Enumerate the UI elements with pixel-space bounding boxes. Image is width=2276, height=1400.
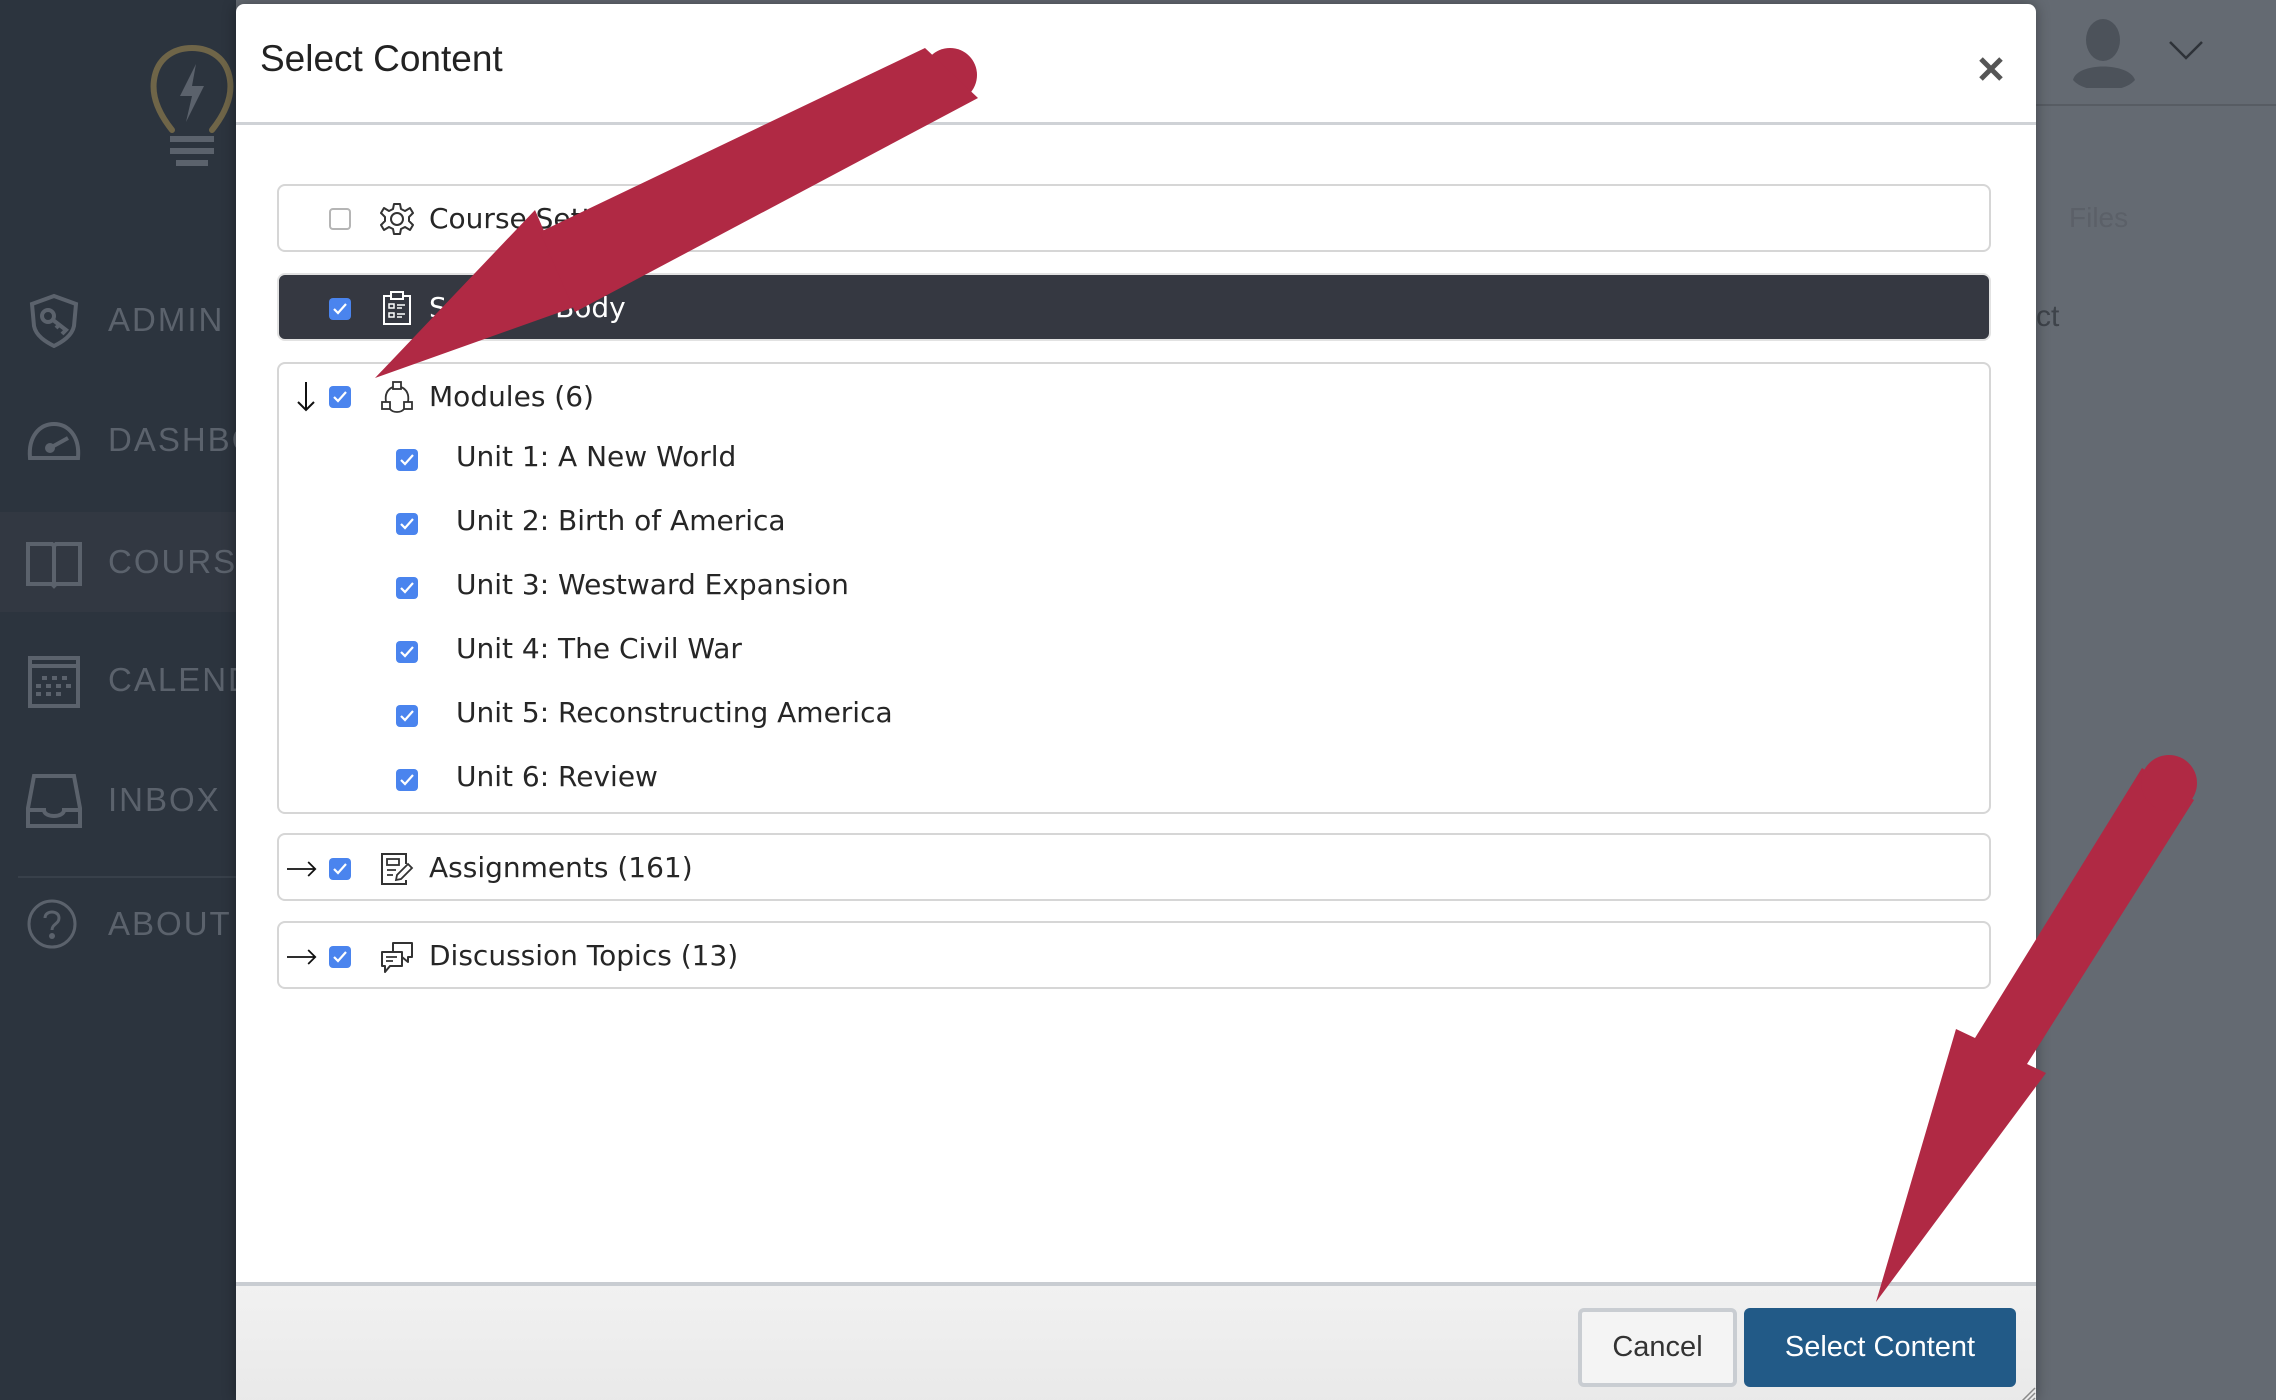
sidebar-item-about[interactable]: ABOUT — [0, 874, 236, 974]
sidebar-item-label: INBOX — [108, 781, 221, 818]
tab-files[interactable]: Files — [2069, 202, 2128, 234]
content-item-modules: Modules (6) Unit 1: A New World Unit 2: … — [277, 362, 1991, 814]
sidebar-item-courses[interactable]: COURSES — [0, 512, 283, 612]
module-checkbox[interactable] — [396, 449, 418, 471]
sidebar-item-dashboard[interactable]: DASHBOARD — [0, 390, 333, 490]
assignments-checkbox[interactable] — [329, 858, 351, 880]
sidebar-item-label: ADMIN — [108, 301, 225, 338]
module-label: Unit 4: The Civil War — [456, 632, 742, 665]
content-item-label: Course Settings — [429, 202, 651, 235]
shield-key-icon — [29, 293, 79, 348]
cancel-button[interactable]: Cancel — [1578, 1308, 1737, 1387]
calendar-icon — [28, 656, 80, 708]
collapse-arrow-icon[interactable] — [291, 382, 321, 412]
content-item-discussion-topics: Discussion Topics (13) — [277, 921, 1991, 989]
discussion-icon — [381, 942, 413, 973]
select-content-dialog: Select Content Course Settings Syllabus … — [236, 4, 2036, 1400]
content-item-label: Modules (6) — [429, 380, 594, 413]
module-label: Unit 5: Reconstructing America — [456, 696, 893, 729]
course-settings-checkbox[interactable] — [329, 208, 351, 230]
content-item-course-settings: Course Settings — [277, 184, 1991, 252]
module-item: Unit 1: A New World — [279, 428, 1989, 492]
module-checkbox[interactable] — [396, 705, 418, 727]
modules-checkbox[interactable] — [329, 386, 351, 408]
dialog-title: Select Content — [260, 38, 503, 79]
module-label: Unit 3: Westward Expansion — [456, 568, 849, 601]
sidebar-item-calendar[interactable]: CALENDAR — [0, 630, 302, 730]
module-item: Unit 5: Reconstructing America — [279, 684, 1989, 748]
sidebar-item-inbox[interactable]: INBOX — [0, 750, 236, 850]
select-content-button[interactable]: Select Content — [1744, 1308, 2016, 1387]
resize-handle-icon[interactable] — [2016, 1384, 2036, 1400]
module-item: Unit 3: Westward Expansion — [279, 556, 1989, 620]
module-checkbox[interactable] — [396, 513, 418, 535]
user-avatar-icon[interactable] — [2073, 18, 2137, 88]
header-divider — [2036, 104, 2276, 106]
module-checkbox[interactable] — [396, 577, 418, 599]
inbox-icon — [26, 774, 82, 828]
sidebar: ADMIN DASHBOARD COURSES CALENDAR INBOX A… — [0, 0, 333, 1400]
background-text: ct — [2036, 300, 2060, 333]
chevron-down-icon[interactable] — [2168, 40, 2204, 62]
module-item: Unit 4: The Civil War — [279, 620, 1989, 684]
module-label: Unit 6: Review — [456, 760, 658, 793]
gear-icon — [380, 203, 414, 235]
module-label: Unit 1: A New World — [456, 440, 737, 473]
sidebar-item-admin[interactable]: ADMIN — [0, 270, 236, 370]
syllabus-checkbox[interactable] — [329, 298, 351, 320]
book-icon — [26, 542, 82, 589]
assignment-edit-icon — [381, 853, 414, 885]
sidebar-item-label: ABOUT — [108, 905, 232, 942]
module-checkbox[interactable] — [396, 769, 418, 791]
expand-arrow-icon[interactable] — [287, 854, 317, 884]
modules-icon — [381, 381, 413, 413]
module-item: Unit 2: Birth of America — [279, 492, 1989, 556]
content-item-label: Syllabus Body — [429, 291, 626, 324]
speedometer-icon — [27, 421, 81, 460]
close-icon[interactable] — [1976, 54, 2006, 84]
expand-arrow-icon[interactable] — [287, 942, 317, 972]
dialog-header: Select Content — [236, 4, 2036, 125]
module-label: Unit 2: Birth of America — [456, 504, 786, 537]
content-item-label: Discussion Topics (13) — [429, 939, 739, 972]
dialog-footer: Cancel Select Content — [236, 1282, 2036, 1400]
discussion-topics-checkbox[interactable] — [329, 946, 351, 968]
module-checkbox[interactable] — [396, 641, 418, 663]
content-item-label: Assignments (161) — [429, 851, 693, 884]
content-item-syllabus: Syllabus Body — [277, 273, 1991, 341]
lightbulb-logo-icon — [150, 44, 234, 166]
clipboard-list-icon — [383, 291, 411, 325]
module-item: Unit 6: Review — [279, 748, 1989, 812]
content-item-assignments: Assignments (161) — [277, 833, 1991, 901]
help-circle-icon — [27, 899, 77, 949]
